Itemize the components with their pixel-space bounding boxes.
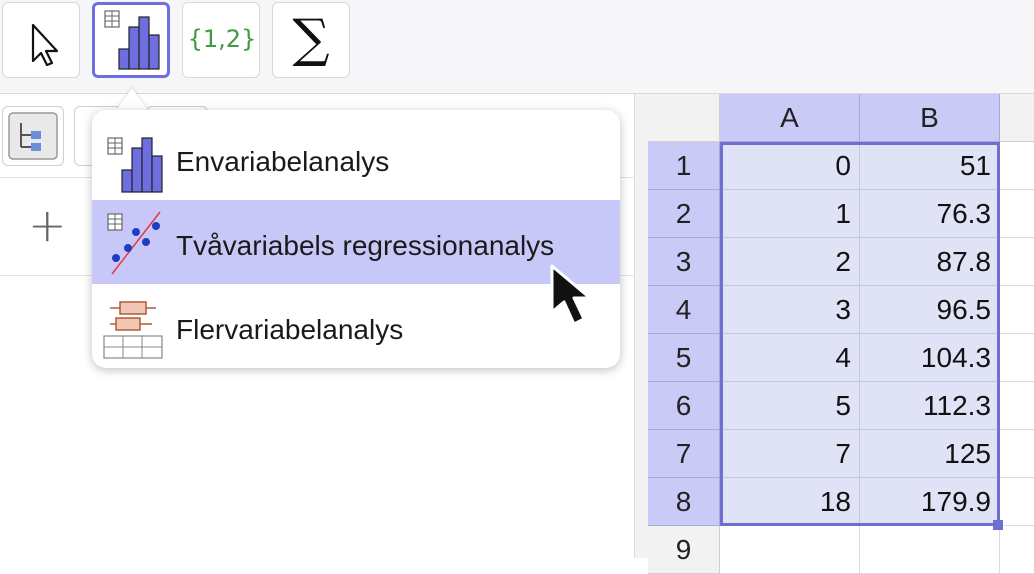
table-cell[interactable] <box>1000 334 1034 382</box>
table-cell[interactable] <box>1000 478 1034 526</box>
table-cell[interactable]: 76.3 <box>860 190 1000 238</box>
sum-tool-button[interactable]: ∑ <box>272 2 350 78</box>
menu-item-two-variable-regression[interactable]: Tvåvariabels regressionanalys <box>92 200 620 284</box>
move-tool-button[interactable] <box>2 2 80 78</box>
mouse-cursor-icon <box>550 264 592 326</box>
table-cell[interactable] <box>1000 238 1034 286</box>
row-header[interactable]: 2 <box>648 190 720 238</box>
list-tool-button[interactable]: {1,2} <box>182 2 260 78</box>
table-cell[interactable]: 7 <box>720 430 860 478</box>
table-cell[interactable]: 125 <box>860 430 1000 478</box>
table-cell[interactable] <box>1000 526 1034 574</box>
panel-divider[interactable] <box>634 94 648 558</box>
spreadsheet-corner[interactable] <box>648 94 720 142</box>
data-analysis-tool-button[interactable] <box>92 2 170 78</box>
multi-variable-boxplot-icon <box>103 301 163 359</box>
set-braces-icon: {1,2} <box>187 25 257 53</box>
table-cell[interactable]: 104.3 <box>860 334 1000 382</box>
row-header[interactable]: 9 <box>648 526 720 574</box>
menu-item-one-variable[interactable]: Envariabelanalys <box>92 116 620 200</box>
table-cell[interactable] <box>1000 430 1034 478</box>
table-cell[interactable]: 1 <box>720 190 860 238</box>
row-header[interactable]: 3 <box>648 238 720 286</box>
tree-view-button[interactable] <box>2 106 64 166</box>
sigma-icon: ∑ <box>292 9 330 69</box>
table-cell[interactable]: 51 <box>860 142 1000 190</box>
table-cell[interactable]: 2 <box>720 238 860 286</box>
add-icon[interactable]: + <box>28 198 67 252</box>
row-header[interactable]: 1 <box>648 142 720 190</box>
table-cell[interactable]: 3 <box>720 286 860 334</box>
table-cell[interactable]: 18 <box>720 478 860 526</box>
table-cell[interactable] <box>1000 190 1034 238</box>
table-cell[interactable]: 4 <box>720 334 860 382</box>
row-header[interactable]: 8 <box>648 478 720 526</box>
table-cell[interactable]: 87.8 <box>860 238 1000 286</box>
histogram-table-icon <box>104 10 160 70</box>
row-header[interactable]: 4 <box>648 286 720 334</box>
tree-view-icon <box>8 112 58 160</box>
table-cell[interactable]: 112.3 <box>860 382 1000 430</box>
menu-item-multi-variable[interactable]: Flervariabelanalys <box>92 284 620 368</box>
row-header[interactable]: 5 <box>648 334 720 382</box>
column-header-a[interactable]: A <box>720 94 860 142</box>
fill-handle[interactable] <box>993 520 1003 530</box>
popup-arrow <box>116 88 148 110</box>
column-header-c[interactable] <box>1000 94 1034 142</box>
table-cell[interactable] <box>1000 286 1034 334</box>
table-cell[interactable] <box>720 526 860 574</box>
two-variable-scatter-icon <box>107 211 161 275</box>
column-header-b[interactable]: B <box>860 94 1000 142</box>
table-cell[interactable] <box>860 526 1000 574</box>
table-cell[interactable] <box>1000 142 1034 190</box>
pointer-arrow-icon <box>31 23 59 67</box>
data-analysis-menu: Envariabelanalys Tvåvariabels regression… <box>92 110 620 368</box>
row-header[interactable]: 7 <box>648 430 720 478</box>
menu-item-label: Tvåvariabels regressionanalys <box>176 230 555 261</box>
table-cell[interactable]: 96.5 <box>860 286 1000 334</box>
toolbar: {1,2} ∑ <box>0 0 1034 94</box>
table-cell[interactable]: 0 <box>720 142 860 190</box>
table-cell[interactable]: 179.9 <box>860 478 1000 526</box>
menu-item-label: Flervariabelanalys <box>176 314 404 345</box>
spreadsheet: A B 1 0 51 2 1 76.3 3 2 87.8 4 3 96.5 5 … <box>648 94 1034 574</box>
menu-item-label: Envariabelanalys <box>176 146 390 177</box>
row-header[interactable]: 6 <box>648 382 720 430</box>
table-cell[interactable] <box>1000 382 1034 430</box>
one-variable-histogram-icon <box>107 137 163 193</box>
table-cell[interactable]: 5 <box>720 382 860 430</box>
